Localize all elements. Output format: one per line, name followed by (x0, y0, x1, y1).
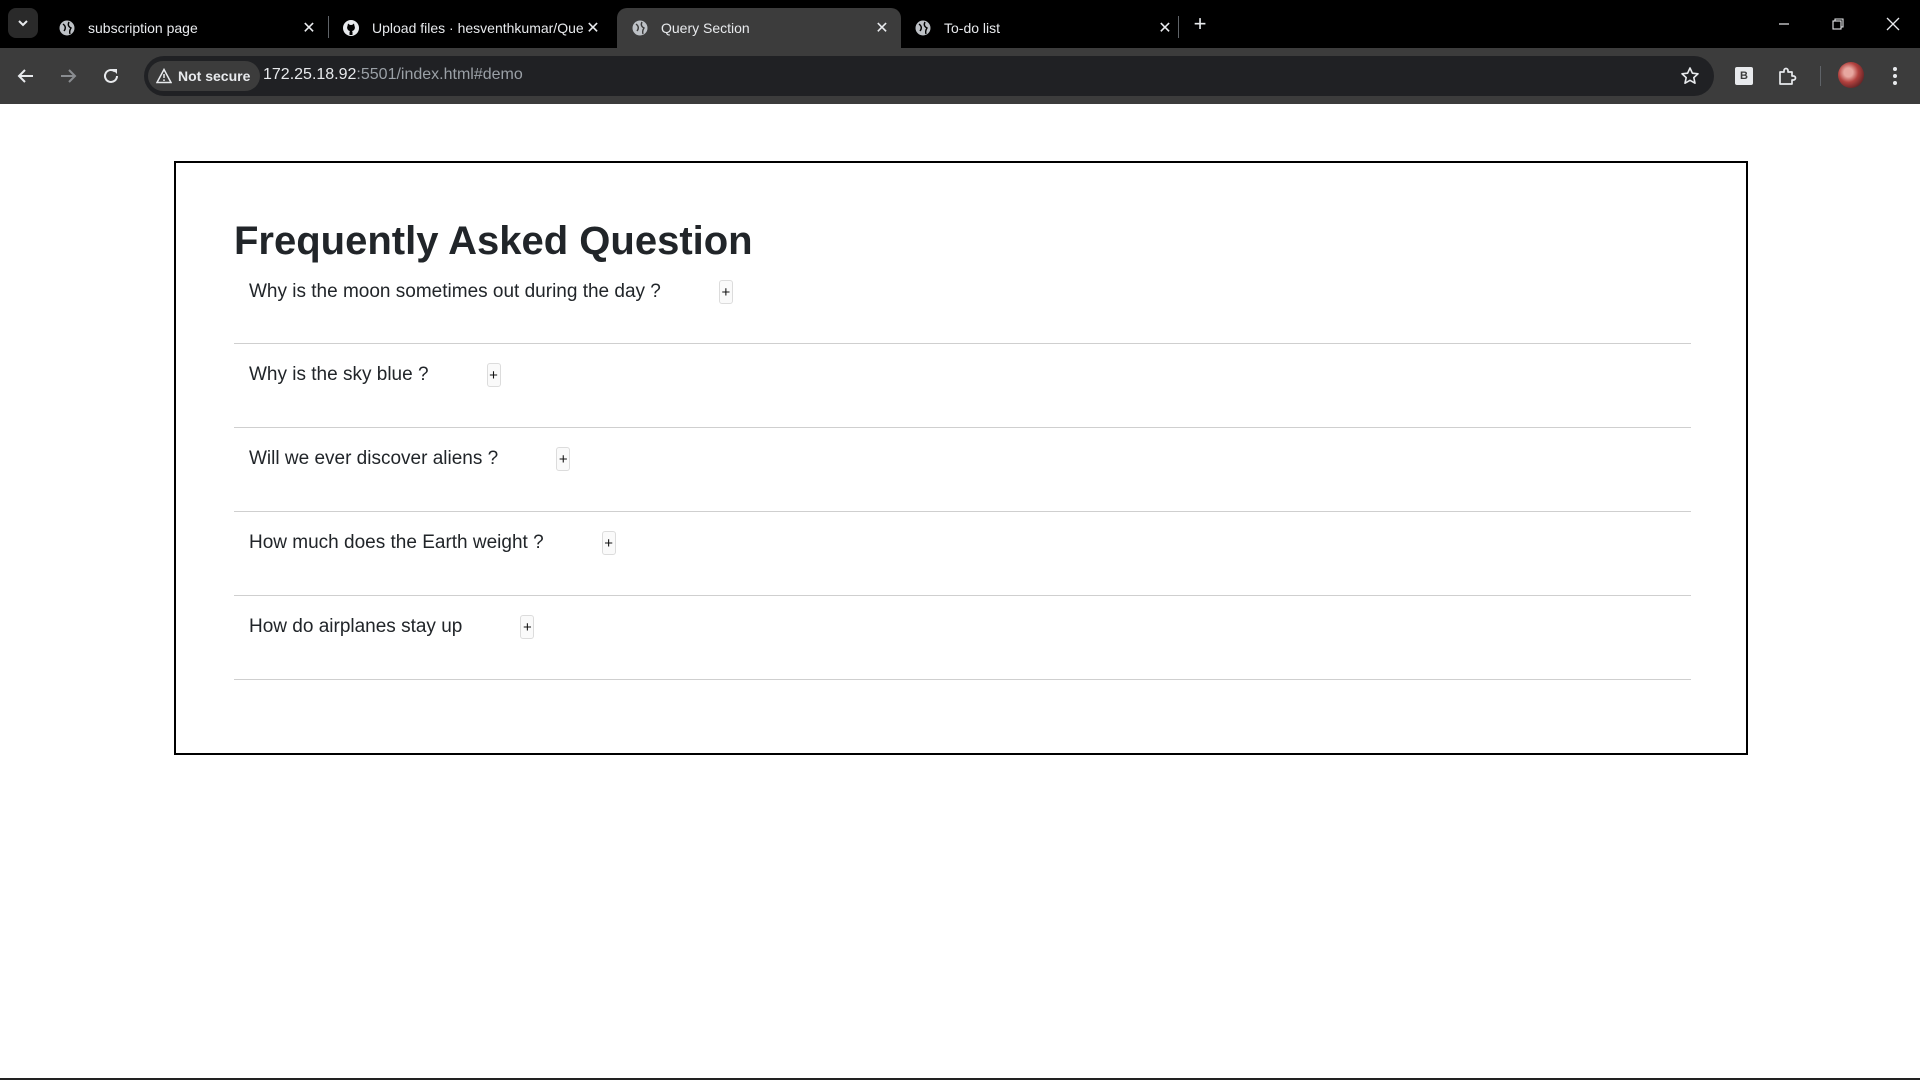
faq-section: Frequently Asked Question Why is the moo… (174, 161, 1748, 755)
faq-item: Why is the moon sometimes out during the… (234, 275, 1691, 344)
close-icon[interactable]: ✕ (1156, 19, 1174, 37)
puzzle-icon (1779, 67, 1797, 85)
expand-button[interactable]: + (601, 531, 616, 555)
faq-question: Why is the sky blue ? (249, 364, 429, 385)
expand-button[interactable]: + (486, 363, 501, 387)
extension-b-button[interactable]: B (1728, 60, 1760, 92)
faq-item: How much does the Earth weight ? + (234, 512, 1691, 596)
expand-button[interactable]: + (520, 615, 535, 639)
plus-icon: + (1193, 11, 1207, 36)
url-host: 172.25.18.92 (263, 66, 357, 83)
globe-icon (58, 19, 76, 37)
more-vertical-icon (1893, 67, 1897, 85)
faq-question: How much does the Earth weight ? (249, 532, 544, 553)
close-window-button[interactable] (1866, 0, 1920, 48)
expand-button[interactable]: + (556, 447, 571, 471)
extensions-button[interactable] (1771, 60, 1803, 92)
tab-upload-files[interactable]: Upload files · hesventhkumar/Query ✕ (328, 8, 612, 48)
site-info-chip[interactable]: Not secure (148, 61, 261, 91)
faq-question: How do airplanes stay up (249, 616, 463, 637)
tab-to-do-list[interactable]: To-do list ✕ (900, 8, 1184, 48)
tab-title: Query Section (661, 20, 750, 36)
forward-button[interactable] (52, 60, 84, 92)
close-icon[interactable]: ✕ (300, 19, 318, 37)
browser-toolbar: Not secure 172.25.18.92:5501/index.html#… (0, 48, 1920, 104)
extension-b-icon: B (1735, 67, 1753, 85)
tab-divider (1178, 16, 1179, 38)
restore-button[interactable] (1811, 0, 1865, 48)
profile-avatar[interactable] (1838, 62, 1864, 88)
reload-button[interactable] (95, 60, 127, 92)
minimize-icon (1779, 23, 1789, 25)
close-icon[interactable]: ✕ (584, 19, 602, 37)
address-bar[interactable]: Not secure 172.25.18.92:5501/index.html#… (144, 56, 1714, 96)
warning-icon (156, 68, 172, 84)
faq-question: Will we ever discover aliens ? (249, 448, 499, 469)
github-icon (342, 19, 360, 37)
faq-question: Why is the moon sometimes out during the… (249, 281, 661, 302)
restore-icon (1832, 18, 1844, 30)
tab-title: Upload files · hesventhkumar/Query (372, 20, 584, 36)
globe-icon (631, 19, 649, 37)
faq-item: Why is the sky blue ? + (234, 344, 1691, 428)
tab-title: To-do list (944, 20, 1001, 36)
faq-list: Why is the moon sometimes out during the… (234, 275, 1691, 680)
arrow-right-icon (61, 69, 77, 83)
browser-menu-button[interactable] (1879, 60, 1911, 92)
tab-strip: subscription page ✕ Upload files · hesve… (0, 0, 1920, 48)
page-title: Frequently Asked Question (234, 219, 753, 263)
reload-icon (104, 68, 118, 83)
tab-subscription-page[interactable]: subscription page ✕ (44, 8, 328, 48)
back-button[interactable] (10, 60, 42, 92)
chevron-down-icon (18, 20, 28, 27)
globe-icon (914, 19, 932, 37)
url-text[interactable]: 172.25.18.92:5501/index.html#demo (263, 66, 523, 84)
faq-item: How do airplanes stay up + (234, 596, 1691, 680)
arrow-left-icon (17, 69, 33, 83)
star-icon (1681, 67, 1699, 84)
new-tab-button[interactable]: + (1188, 10, 1212, 38)
expand-button[interactable]: + (718, 280, 733, 304)
toolbar-divider (1820, 66, 1821, 86)
faq-item: Will we ever discover aliens ? + (234, 428, 1691, 512)
close-icon[interactable]: ✕ (873, 19, 891, 37)
close-icon (1886, 17, 1900, 31)
tab-title: subscription page (88, 20, 198, 36)
tab-search-button[interactable] (8, 8, 38, 38)
url-path: :5501/index.html#demo (356, 66, 523, 83)
tab-query-section[interactable]: Query Section ✕ (617, 8, 901, 48)
bookmark-star-button[interactable] (1678, 64, 1702, 88)
minimize-button[interactable] (1757, 0, 1811, 48)
security-label: Not secure (178, 68, 251, 84)
